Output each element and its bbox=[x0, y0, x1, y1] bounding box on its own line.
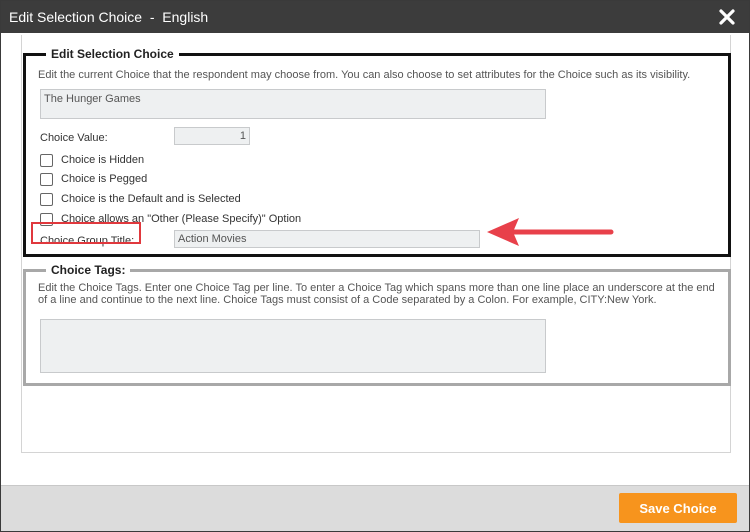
annotation-arrow-icon bbox=[487, 218, 614, 246]
choice-hidden-checkbox[interactable] bbox=[40, 153, 53, 167]
choice-text-field[interactable]: The Hunger Games bbox=[40, 89, 546, 119]
dialog-body: Edit Selection Choice Edit the current C… bbox=[1, 33, 749, 485]
checkbox-row-hidden[interactable]: Choice is Hidden bbox=[40, 152, 144, 168]
group-title-highlight-box bbox=[31, 222, 141, 244]
checkbox-row-default[interactable]: Choice is the Default and is Selected bbox=[40, 191, 241, 207]
dialog-footer: Save Choice bbox=[1, 485, 749, 531]
edit-selection-choice-legend: Edit Selection Choice bbox=[51, 47, 174, 61]
close-icon[interactable] bbox=[715, 5, 739, 29]
choice-value-field[interactable]: 1 bbox=[174, 127, 250, 145]
choice-tags-textarea[interactable] bbox=[40, 319, 546, 373]
dialog-content-frame: Edit Selection Choice Edit the current C… bbox=[21, 35, 731, 453]
choice-hidden-label: Choice is Hidden bbox=[61, 154, 145, 166]
dialog-titlebar: Edit Selection Choice - English bbox=[1, 1, 749, 33]
dialog-title: Edit Selection Choice - English bbox=[9, 9, 209, 25]
choice-group-title-field[interactable]: Action Movies bbox=[174, 230, 480, 248]
save-choice-button[interactable]: Save Choice bbox=[619, 493, 737, 523]
choice-tags-group: Choice Tags: Edit the Choice Tags. Enter… bbox=[23, 263, 731, 386]
checkbox-row-pegged[interactable]: Choice is Pegged bbox=[40, 171, 147, 187]
choice-default-label: Choice is the Default and is Selected bbox=[61, 193, 241, 205]
choice-value-label: Choice Value: bbox=[40, 132, 108, 144]
choice-pegged-label: Choice is Pegged bbox=[61, 173, 148, 185]
choice-tags-legend: Choice Tags: bbox=[51, 263, 126, 277]
choice-default-checkbox[interactable] bbox=[40, 192, 53, 206]
choice-tags-description: Edit the Choice Tags. Enter one Choice T… bbox=[38, 282, 715, 306]
choice-pegged-checkbox[interactable] bbox=[40, 172, 53, 186]
choice-description: Edit the current Choice that the respond… bbox=[38, 69, 691, 81]
edit-selection-choice-dialog: Edit Selection Choice - English Edit Sel… bbox=[0, 0, 750, 532]
